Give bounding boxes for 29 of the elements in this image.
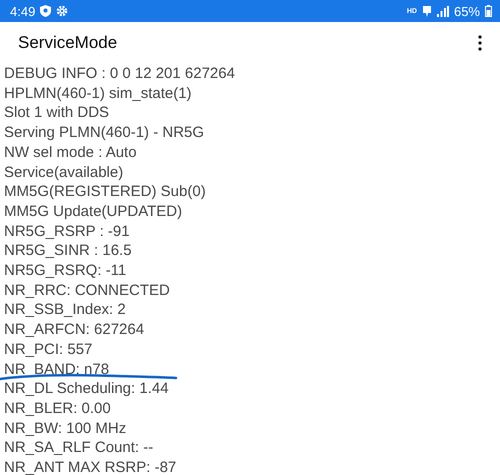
info-line: NR_BW: 100 MHz [4,420,126,437]
info-line: NR_ARFCN: 627264 [4,321,144,338]
settings-icon [56,5,68,17]
info-line: NR_PCI: 557 [4,340,92,358]
info-line: HPLMN(460-1) sim_state(1) [4,84,192,102]
info-line: Slot 1 with DDS [4,104,110,122]
info-line: NR_SSB_Index: 2 [4,301,126,318]
info-line: NR5G_SINR : 16.5 [4,242,132,260]
info-line: NR5G_RSRQ: -11 [4,262,126,280]
info-line: NW sel mode : Auto [4,144,137,161]
battery-percent: 65% [454,4,480,18]
info-line: NR_RRC: CONNECTED [4,282,170,299]
info-line: NR_DL Scheduling: 1.44 [4,380,169,398]
info-line: NR_SA_RLF Count: -- [4,439,154,456]
more-icon [478,35,482,51]
shield-icon [40,5,52,17]
info-line: MM5G(REGISTERED) Sub(0) [4,183,206,200]
info-line: MM5G Update(UPDATED) [4,202,182,220]
info-line: Service(available) [4,164,124,181]
battery-icon [485,5,492,17]
info-line: Serving PLMN(460-1) - NR5G [4,124,204,142]
info-line: DEBUG INFO : 0 0 12 201 627264 [4,65,235,82]
info-line: NR_ANT MAX RSRP: -87 [4,459,176,475]
info-line: NR5G_RSRP : -91 [4,222,130,240]
app-title: ServiceMode [18,33,118,53]
info-line: NR_BAND: n78 [4,360,110,378]
info-line: NR_BLER: 0.00 [4,400,111,417]
signal-icon [436,6,449,16]
status-time: 4:49 [10,4,36,18]
